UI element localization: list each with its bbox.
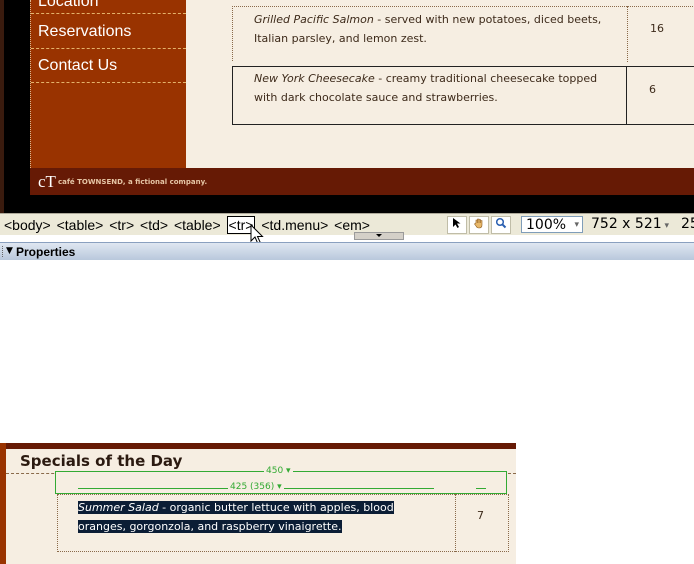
dish-price: 7	[477, 509, 484, 522]
table-width-label[interactable]: 450 ▾	[264, 466, 293, 476]
window-size-select[interactable]: 752 x 521 ▾	[591, 216, 669, 235]
menu-item-text-selected[interactable]: Summer Salad - organic butter lettuce wi…	[78, 498, 403, 536]
inset-top-border	[0, 443, 516, 449]
dish-price: 6	[649, 83, 656, 96]
dish-price: 16	[650, 22, 664, 35]
table-width-ruler[interactable]: 450 ▾ 425 (356) ▾	[55, 466, 507, 494]
tag-body[interactable]: <body>	[4, 217, 51, 233]
dish-name: Summer Salad	[78, 501, 159, 514]
price-cell[interactable]: 16	[627, 6, 694, 62]
tag-td-menu[interactable]: <td.menu>	[261, 217, 328, 233]
select-tool-icon[interactable]	[447, 216, 467, 234]
dish-name: New York Cheesecake	[254, 72, 375, 85]
status-bar: <body> <table> <tr> <td> <table> <tr> <t…	[0, 213, 694, 235]
nav-divider	[31, 48, 186, 49]
dish-name: Grilled Pacific Salmon	[254, 13, 374, 26]
chevron-down-icon: ▾	[661, 221, 670, 231]
menu-item-text[interactable]: Grilled Pacific Salmon - served with new…	[254, 10, 614, 48]
cell-width-label[interactable]: 425 (356) ▾	[228, 482, 284, 492]
zoom-tool-icon[interactable]	[491, 216, 511, 234]
window-size-value: 752 x 521	[591, 216, 662, 232]
sidebar-item-reservations[interactable]: Reservations	[38, 23, 131, 41]
zoom-select[interactable]: 100% ▾	[521, 216, 583, 233]
nav-divider	[31, 82, 186, 83]
tag-tr[interactable]: <tr>	[109, 217, 134, 233]
hand-tool-icon[interactable]	[469, 216, 489, 234]
sidebar-item-contact-us[interactable]: Contact Us	[38, 57, 117, 75]
footer: cT café TOWNSEND, a fictional company.	[30, 168, 694, 195]
tag-selector: <body> <table> <tr> <td> <table> <tr> <t…	[4, 216, 372, 234]
chevron-down-icon: ▾	[574, 220, 579, 230]
expand-triangle-icon[interactable]: ▼	[6, 246, 13, 256]
menu-item-text[interactable]: New York Cheesecake - creamy traditional…	[254, 69, 614, 107]
specials-heading: Specials of the Day	[20, 452, 183, 470]
footer-logo: cT	[38, 172, 56, 191]
tag-table[interactable]: <table>	[57, 217, 104, 233]
zoom-value: 100%	[526, 217, 567, 233]
cell-divider	[455, 494, 456, 552]
table-row[interactable]: Grilled Pacific Salmon - served with new…	[232, 6, 627, 61]
sidebar-item-location[interactable]: Location	[38, 0, 99, 11]
panel-collapse-handle[interactable]	[354, 232, 404, 240]
tag-td[interactable]: <td>	[140, 217, 168, 233]
price-cell-width-line	[476, 488, 486, 489]
properties-panel-header[interactable]: ▼ Properties	[0, 242, 694, 260]
nav-divider	[31, 13, 186, 14]
design-view: Location Reservations Contact Us Grilled…	[0, 0, 694, 213]
tag-table[interactable]: <table>	[174, 217, 221, 233]
inset-left-border	[0, 443, 6, 564]
properties-title: Properties	[16, 245, 76, 259]
footer-tagline: café TOWNSEND, a fictional company.	[58, 178, 208, 186]
price-cell[interactable]: 6	[626, 66, 694, 125]
document-size: 25K	[681, 216, 694, 232]
sidebar-nav: Location Reservations Contact Us	[30, 0, 186, 168]
document-edge	[0, 0, 4, 213]
table-row[interactable]: New York Cheesecake - creamy traditional…	[232, 66, 627, 125]
menu-content: Grilled Pacific Salmon - served with new…	[186, 0, 694, 168]
tag-em[interactable]: <em>	[334, 217, 370, 233]
